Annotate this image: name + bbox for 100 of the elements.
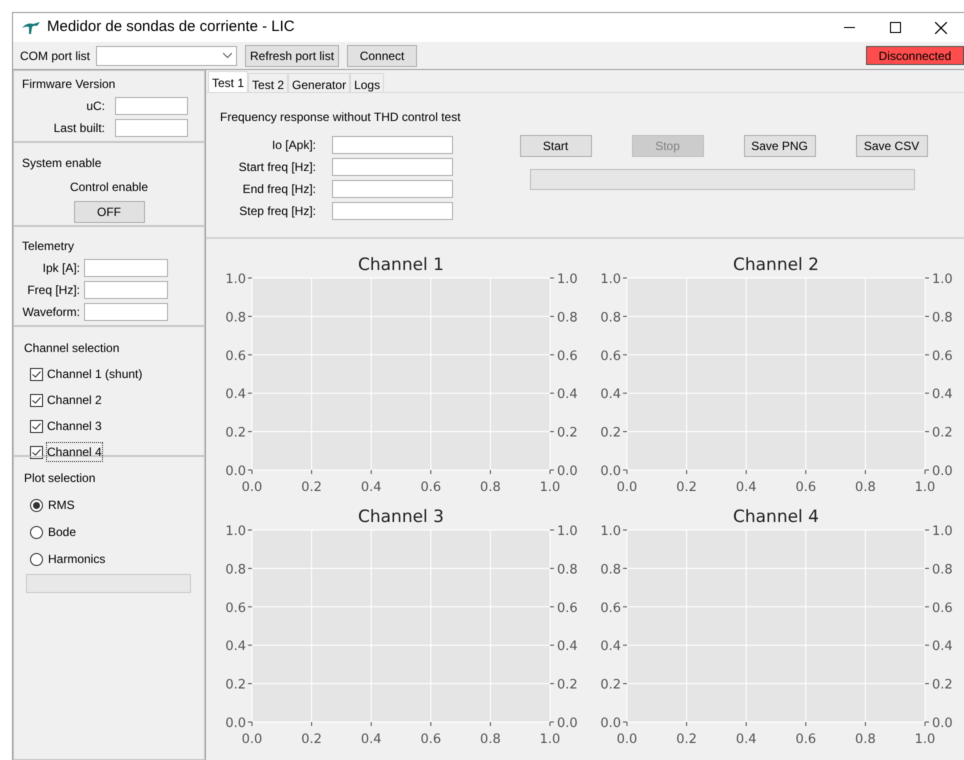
axis-tick-label: 0.4 [932, 639, 953, 654]
axis-tick-label: 0.4 [736, 732, 757, 743]
com-port-dropdown[interactable] [96, 46, 238, 66]
axis-tick-label: 0.4 [736, 480, 757, 491]
field-label: Waveform: [22, 304, 80, 321]
axis-tick-label: 0.2 [676, 732, 697, 743]
axis-tick-label: 0.2 [301, 732, 322, 743]
axis-tick-label: 0.6 [420, 480, 442, 491]
chart-title: Channel 4 [733, 507, 819, 527]
checkbox-label[interactable]: Channel 3 [47, 417, 102, 435]
axis-tick-label: 0.0 [600, 464, 621, 479]
axis-tick-label: 0.4 [932, 387, 953, 402]
axis-tick-label: 0.8 [480, 480, 501, 491]
axis-tick-label: 0.6 [600, 600, 621, 616]
checkbox-label[interactable]: Channel 4 [47, 443, 102, 461]
axis-tick-label: 0.0 [225, 716, 246, 731]
axis-tick-label: 1.0 [557, 272, 578, 287]
axis-tick-label: 0.8 [600, 310, 621, 326]
axis-tick-label: 1.0 [225, 524, 246, 539]
axis-tick-label: 1.0 [932, 524, 953, 539]
axis-tick-label: 0.4 [360, 732, 382, 743]
axis-tick-label: 0.6 [795, 732, 816, 743]
action-button[interactable]: Save CSV [856, 135, 928, 157]
toolbar-button[interactable]: Refresh port list [245, 44, 340, 66]
action-button[interactable]: Start [520, 135, 592, 157]
check-icon [32, 422, 41, 430]
input-field[interactable] [332, 202, 453, 220]
axis-tick-label: 0.6 [600, 348, 621, 364]
tab[interactable]: Test 2 [248, 73, 288, 92]
axis-tick-label: 0.0 [600, 716, 621, 731]
field-label: End freq [Hz]: [242, 181, 316, 198]
axis-tick-label: 1.0 [914, 732, 936, 743]
axis-tick-label: 0.4 [600, 387, 621, 402]
axis-tick-label: 0.6 [932, 348, 953, 364]
axis-tick-label: 0.4 [360, 480, 382, 491]
axis-tick-label: 0.4 [557, 387, 578, 402]
radio-label: RMS [48, 497, 75, 514]
axis-tick-label: 0.6 [932, 600, 953, 616]
toggle-button[interactable]: OFF [74, 201, 144, 223]
tab[interactable]: Test 1 [208, 71, 248, 92]
input-field[interactable] [84, 281, 168, 299]
axis-tick-label: 0.0 [932, 464, 953, 479]
axis-tick-label: 1.0 [914, 480, 936, 491]
section-title: Plot selection [24, 470, 96, 487]
radio-button[interactable] [30, 498, 43, 512]
action-button[interactable]: Save PNG [744, 135, 816, 157]
axis-tick-label: 0.8 [600, 562, 621, 578]
axis-tick-label: 0.6 [225, 348, 246, 364]
field-label: Io [Apk]: [270, 137, 316, 154]
checkbox-label[interactable]: Channel 1 (shunt) [47, 365, 142, 383]
axis-tick-label: 0.4 [557, 639, 578, 654]
axis-tick-label: 0.2 [600, 426, 621, 441]
field-label: Ipk [A]: [42, 260, 80, 277]
axis-tick-label: 0.6 [795, 480, 816, 491]
radio-button[interactable] [30, 552, 43, 566]
axis-tick-label: 0.6 [557, 600, 578, 616]
field-label: COM port list [20, 48, 90, 64]
input-field[interactable] [84, 303, 168, 321]
axis-tick-label: 1.0 [557, 524, 578, 539]
radio-label: Bode [48, 524, 76, 541]
check-icon [32, 396, 41, 404]
close-icon [935, 22, 947, 34]
chart-title: Channel 1 [358, 255, 444, 275]
checkbox[interactable] [30, 394, 43, 406]
tab[interactable]: Logs [350, 73, 384, 92]
section-title: Firmware Version [22, 76, 116, 93]
field-label: uC: [85, 98, 105, 115]
axis-tick-label: 0.4 [600, 639, 621, 654]
axis-tick-label: 0.0 [557, 716, 578, 731]
toolbar-button[interactable]: Connect [347, 44, 418, 66]
checkbox-label[interactable]: Channel 2 [47, 391, 102, 409]
axis-tick-label: 0.2 [600, 678, 621, 693]
checkbox[interactable] [30, 368, 43, 380]
connection-status: Disconnected [866, 46, 964, 65]
axis-tick-label: 0.0 [616, 480, 638, 491]
axis-tick-label: 0.0 [242, 732, 262, 743]
checkbox[interactable] [30, 420, 43, 432]
input-field[interactable] [332, 136, 453, 154]
radio-button[interactable] [30, 526, 43, 538]
checkbox[interactable] [30, 446, 43, 458]
input-field[interactable] [115, 119, 188, 137]
check-icon [32, 370, 41, 378]
axis-tick-label: 0.2 [676, 480, 697, 491]
input-field[interactable] [84, 259, 168, 277]
axis-tick-label: 0.4 [225, 387, 246, 402]
field-label: Start freq [Hz]: [238, 159, 316, 176]
axis-tick-label: 0.0 [932, 716, 953, 731]
section-title: Channel selection [24, 340, 120, 357]
input-field[interactable] [115, 97, 188, 115]
axis-tick-label: 0.8 [225, 562, 246, 578]
tab[interactable]: Generator [288, 73, 350, 92]
axis-tick-label: 0.8 [480, 732, 501, 743]
axis-tick-label: 0.0 [242, 480, 262, 491]
input-field[interactable] [332, 158, 453, 176]
input-field[interactable] [332, 180, 453, 198]
axis-tick-label: 0.8 [932, 310, 953, 326]
axis-tick-label: 0.8 [225, 310, 246, 326]
axis-tick-label: 0.8 [932, 562, 953, 578]
axis-tick-label: 0.2 [557, 426, 578, 441]
axis-tick-label: 0.2 [225, 426, 246, 441]
